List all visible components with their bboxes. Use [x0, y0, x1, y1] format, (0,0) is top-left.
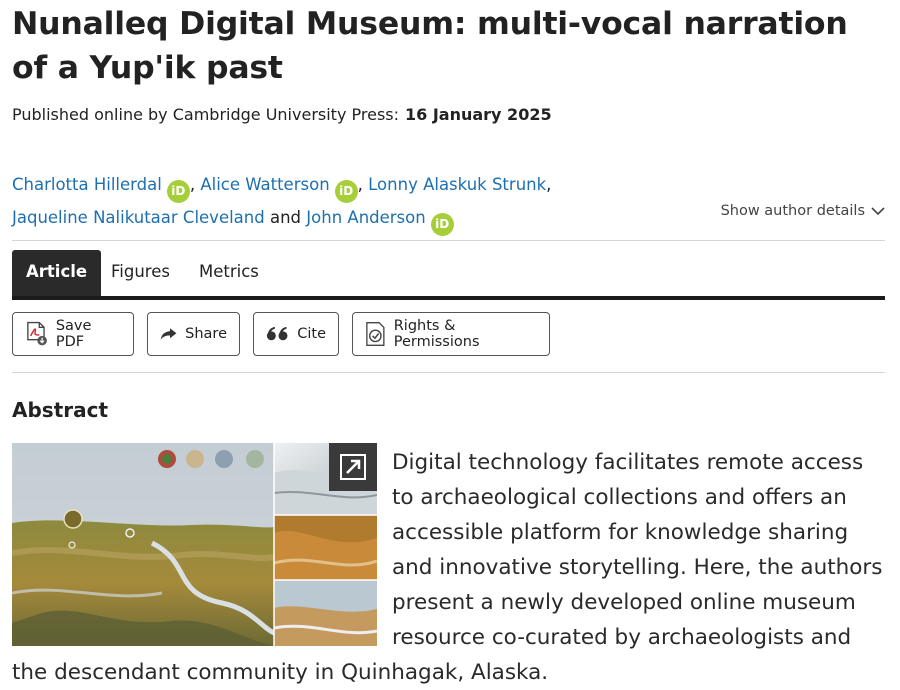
author-separator: , — [189, 175, 196, 194]
author-separator: and — [269, 208, 302, 227]
tab-figures[interactable]: Figures — [97, 250, 184, 296]
quote-icon — [266, 326, 288, 341]
figure-float-spacer — [12, 445, 392, 655]
author-link[interactable]: Charlotta Hillerdal — [12, 175, 162, 194]
orcid-icon[interactable]: iD — [334, 180, 358, 203]
published-date: 16 January 2025 — [405, 105, 552, 124]
divider — [12, 240, 885, 241]
share-button[interactable]: Share — [147, 312, 240, 356]
divider — [12, 372, 885, 373]
pdf-icon — [27, 321, 47, 346]
tab-article[interactable]: Article — [12, 250, 102, 296]
author-list: Charlotta Hillerdal iD, Alice Watterson iD… — [12, 170, 712, 236]
cite-button[interactable]: Cite — [253, 312, 339, 356]
tab-metrics[interactable]: Metrics — [185, 250, 273, 296]
chevron-down-icon — [871, 207, 885, 216]
author-link[interactable]: Lonny Alaskuk Strunk — [368, 175, 546, 194]
article-tabs: Article Figures Metrics — [12, 250, 885, 300]
author-separator: , — [357, 175, 363, 194]
share-label: Share — [185, 326, 227, 342]
author-link[interactable]: Jaqueline Nalikutaar Cleveland — [12, 208, 265, 227]
share-icon — [160, 328, 177, 340]
author-separator: , — [546, 175, 552, 194]
orcid-icon[interactable]: iD — [430, 213, 454, 236]
save-pdf-button[interactable]: Save PDF — [12, 312, 134, 356]
orcid-icon[interactable]: iD — [166, 180, 190, 203]
cite-label: Cite — [297, 326, 326, 342]
abstract-heading: Abstract — [12, 398, 109, 422]
show-author-details-label: Show author details — [720, 203, 865, 219]
publication-info: Published online by Cambridge University… — [12, 105, 552, 124]
author-link[interactable]: Alice Watterson — [200, 175, 329, 194]
rights-permissions-label: Rights & Permissions — [393, 318, 480, 350]
abstract-body: Digital technology facilitates remote ac… — [12, 445, 885, 690]
article-title: Nunalleq Digital Museum: multi-vocal nar… — [12, 6, 848, 86]
show-author-details-toggle[interactable]: Show author details — [721, 203, 885, 219]
rights-permissions-button[interactable]: Rights & Permissions — [352, 312, 550, 356]
published-prefix: Published online by Cambridge University… — [12, 105, 399, 124]
rights-icon — [366, 322, 385, 346]
author-link[interactable]: John Anderson — [306, 208, 425, 227]
save-pdf-label: Save PDF — [55, 318, 92, 350]
